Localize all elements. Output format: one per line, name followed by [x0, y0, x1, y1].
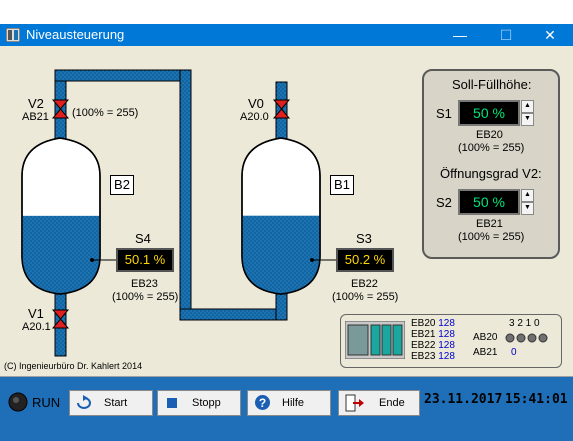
help-icon: ?	[255, 395, 270, 410]
pipe-bottom-connector	[179, 308, 288, 321]
s1-word: EB20	[476, 129, 503, 141]
level-display-s3: 50.2 %	[336, 248, 394, 272]
sensor-s3-note: (100% = 255)	[332, 291, 399, 303]
run-indicator-icon	[8, 392, 28, 412]
ab21-value: 0	[511, 347, 517, 358]
setpoint-panel: Soll-Füllhöhe: S1 50 % ▲ ▼ EB20 (100% = …	[422, 69, 560, 259]
exit-icon	[345, 394, 364, 412]
maximize-button[interactable]: ☐	[483, 24, 529, 46]
s2-word: EB21	[476, 218, 503, 230]
sensor-s3-label: S3	[356, 231, 372, 246]
sensor-s4-note: (100% = 255)	[112, 291, 179, 303]
ab20-label: AB20	[473, 332, 498, 343]
ab20-bit-leds	[505, 333, 548, 343]
valve-v1-address: A20.1	[22, 321, 51, 333]
app-window: Niveausteuerung — ☐ ✕ V2 AB21 (100% = 25…	[0, 0, 573, 441]
time-display: 15:41:01	[505, 392, 568, 407]
stop-label: Stopp	[192, 397, 221, 409]
stop-icon	[167, 398, 177, 408]
tank-b1-tag: B1	[330, 175, 354, 195]
title-bar[interactable]: Niveausteuerung — ☐ ✕	[0, 24, 573, 46]
valve-v2-label: V2	[28, 96, 44, 111]
help-label: Hilfe	[282, 397, 305, 409]
valve-v0-label: V0	[248, 96, 264, 111]
valve-v1-label: V1	[28, 306, 44, 321]
s1-up-button[interactable]: ▲	[521, 100, 534, 113]
input-word-row: EB21 128	[411, 329, 455, 340]
s2-label: S2	[436, 195, 452, 210]
end-button[interactable]: Ende	[338, 390, 420, 416]
tank-b1	[241, 137, 321, 295]
s2-up-button[interactable]: ▲	[521, 189, 534, 202]
valve-v0-address: A20.0	[240, 111, 269, 123]
s2-down-button[interactable]: ▼	[521, 202, 534, 215]
valve-opening-title: Öffnungsgrad V2:	[440, 166, 542, 181]
help-button[interactable]: ? Hilfe	[247, 390, 331, 416]
bit-header: 3 2 1 0	[509, 318, 540, 329]
copyright-text: (C) Ingenieurbüro Dr. Kahlert 2014	[4, 361, 143, 371]
fill-setpoint-title: Soll-Füllhöhe:	[452, 77, 532, 92]
svg-text:?: ?	[259, 396, 266, 410]
valve-v2-note: (100% = 255)	[72, 107, 139, 119]
ab21-label: AB21	[473, 347, 498, 358]
s1-label: S1	[436, 106, 452, 121]
desktop-strip	[0, 0, 573, 24]
start-label: Start	[104, 397, 128, 409]
s2-note: (100% = 255)	[458, 231, 525, 243]
tank-b2-tag: B2	[110, 175, 134, 195]
end-label: Ende	[379, 397, 405, 409]
pipe-top-connector	[54, 69, 192, 82]
s2-value[interactable]: 50 %	[458, 189, 520, 215]
date-display: 23.11.2017	[424, 392, 503, 407]
start-button[interactable]: Start	[69, 390, 153, 416]
minimize-button[interactable]: —	[437, 24, 483, 46]
s1-down-button[interactable]: ▼	[521, 113, 534, 126]
valve-v2-address: AB21	[22, 111, 49, 123]
input-word-row: EB20 128	[411, 318, 455, 329]
input-word-row: EB22 128	[411, 340, 455, 351]
start-icon	[77, 395, 91, 409]
close-button[interactable]: ✕	[527, 24, 573, 46]
sensor-s4-label: S4	[135, 231, 151, 246]
sensor-s3-word: EB22	[351, 278, 378, 290]
plc-module-icon	[345, 321, 405, 359]
process-view: V2 AB21 (100% = 255) V0 A20.0 V1 A20.1 B…	[0, 46, 573, 377]
control-bar: RUN Start Stopp ? Hilfe Ende 23.11.2017 …	[0, 377, 573, 441]
tank-b2	[21, 137, 101, 295]
app-icon	[6, 28, 20, 42]
run-label: RUN	[32, 395, 61, 410]
sensor-s4-word: EB23	[131, 278, 158, 290]
input-word-row: EB23 128	[411, 351, 455, 362]
s1-note: (100% = 255)	[458, 142, 525, 154]
window-title: Niveausteuerung	[26, 27, 125, 42]
plc-io-panel: EB20 128 EB21 128 EB22 128 EB23 128 3 2 …	[340, 314, 562, 368]
s1-value[interactable]: 50 %	[458, 100, 520, 126]
input-word-list: EB20 128 EB21 128 EB22 128 EB23 128	[411, 318, 455, 362]
stop-button[interactable]: Stopp	[157, 390, 241, 416]
level-display-s4: 50.1 %	[116, 248, 174, 272]
pipe-vertical-connector	[179, 69, 192, 321]
